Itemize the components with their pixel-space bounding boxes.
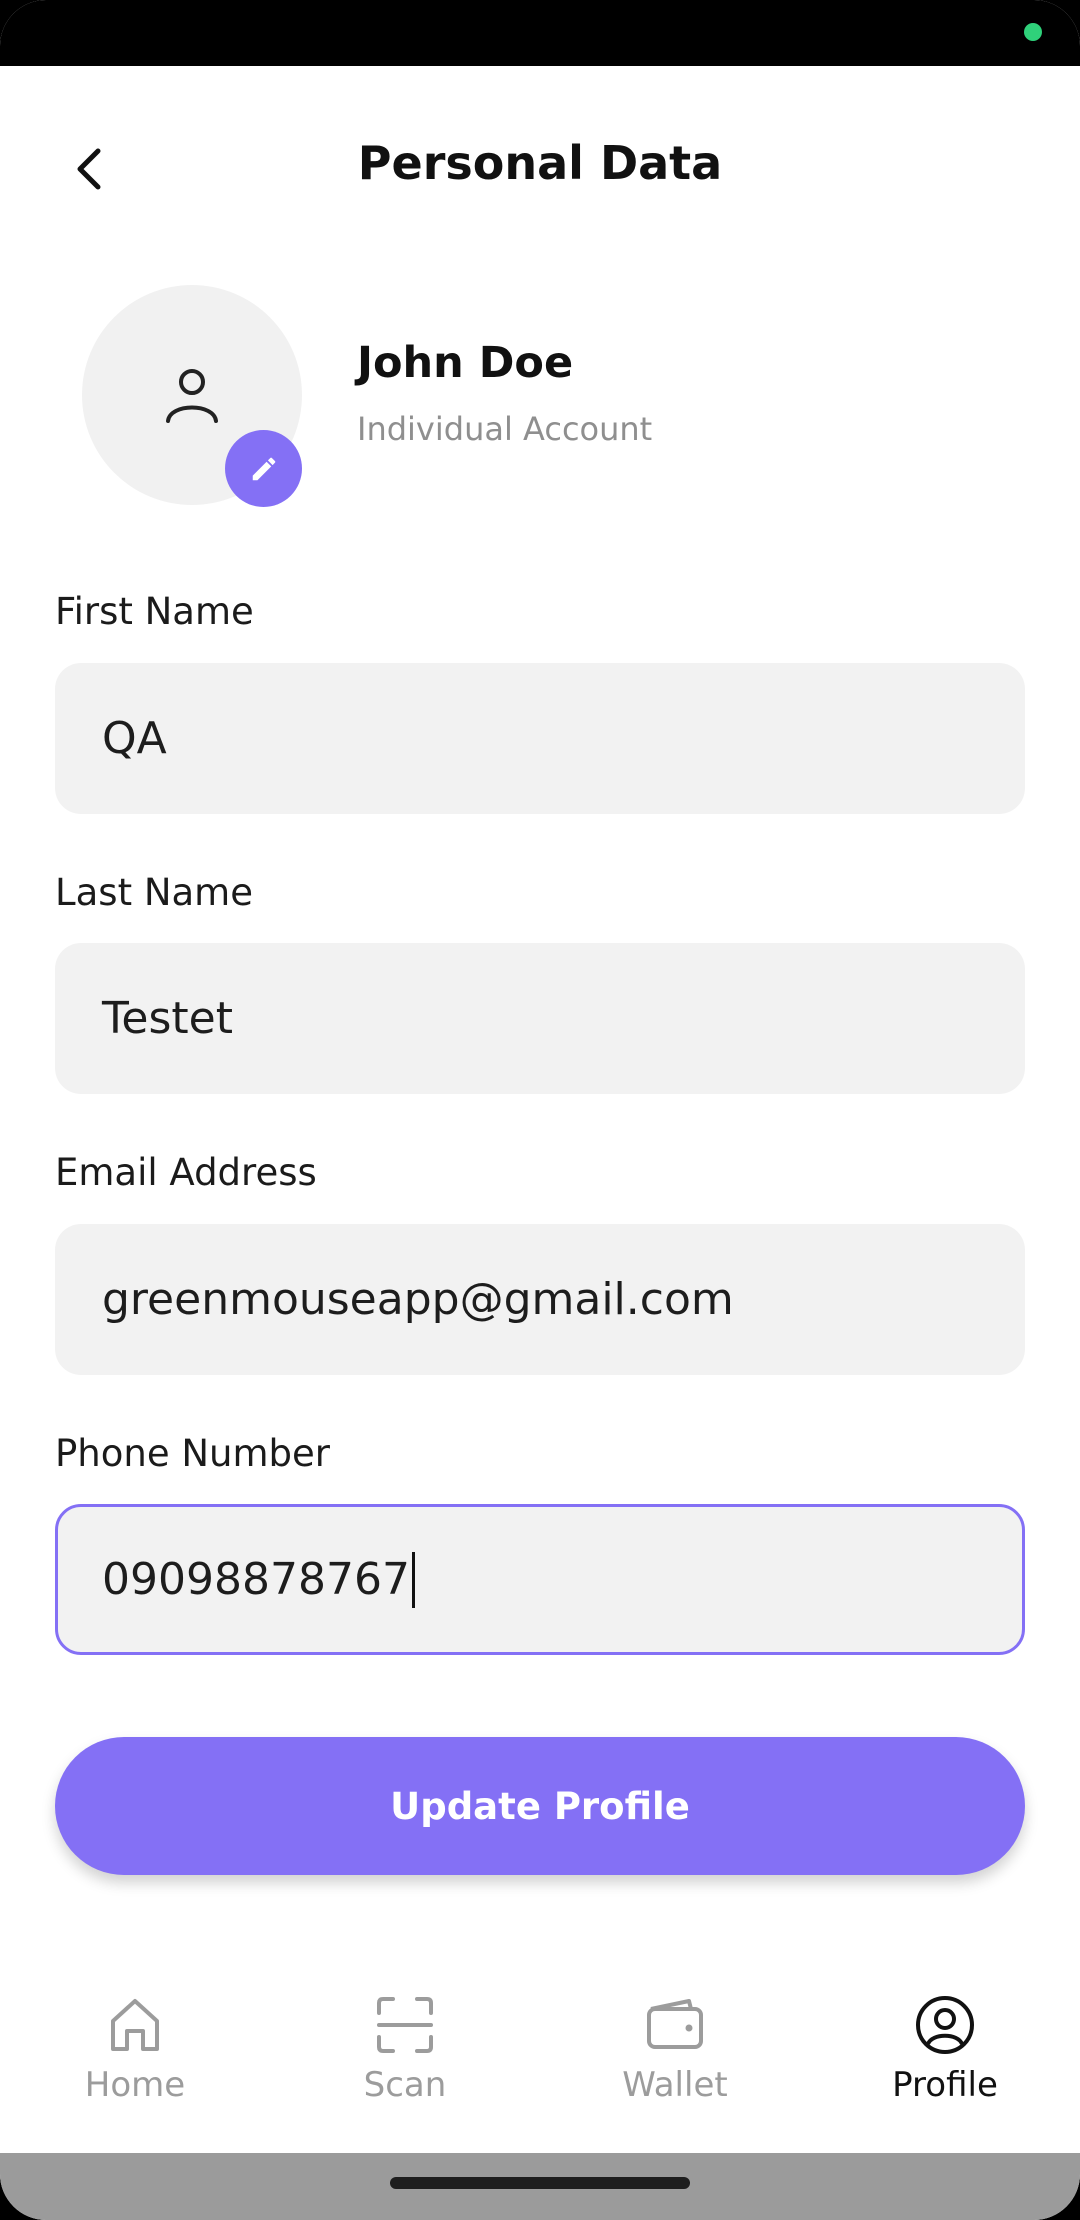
home-indicator[interactable] bbox=[390, 2177, 690, 2189]
nav-label-scan: Scan bbox=[363, 2065, 447, 2105]
first-name-field[interactable]: QA bbox=[55, 663, 1025, 814]
phone-number-field[interactable]: 09098878767 bbox=[55, 1504, 1025, 1655]
wallet-icon bbox=[647, 1999, 703, 2049]
nav-label-profile: Profile bbox=[892, 2065, 998, 2105]
last-name-field[interactable]: Testet bbox=[55, 943, 1025, 1094]
avatar-container bbox=[82, 285, 302, 507]
first-name-value: QA bbox=[102, 713, 167, 764]
nav-item-scan[interactable]: Scan bbox=[270, 1965, 540, 2155]
page-title: Personal Data bbox=[357, 136, 723, 190]
account-type: Individual Account bbox=[357, 410, 653, 448]
app-header: Personal Data bbox=[0, 66, 1080, 276]
pencil-icon bbox=[252, 457, 275, 480]
profile-name: John Doe bbox=[357, 338, 574, 388]
nav-item-profile[interactable]: Profile bbox=[810, 1965, 1080, 2155]
last-name-value: Testet bbox=[102, 993, 233, 1044]
status-bar bbox=[0, 0, 1080, 66]
scan-icon bbox=[377, 1997, 433, 2053]
email-field[interactable]: greenmouseapp@gmail.com bbox=[55, 1224, 1025, 1375]
email-value: greenmouseapp@gmail.com bbox=[102, 1274, 734, 1325]
status-indicator-dot bbox=[1024, 23, 1042, 41]
text-cursor bbox=[411, 1551, 415, 1608]
nav-item-wallet[interactable]: Wallet bbox=[540, 1965, 810, 2155]
phone-value: 09098878767 bbox=[102, 1554, 410, 1605]
system-navigation-bar bbox=[0, 2153, 1080, 2220]
home-icon bbox=[111, 1999, 159, 2051]
user-icon bbox=[166, 369, 218, 423]
phone-label: Phone Number bbox=[55, 1432, 331, 1475]
nav-label-wallet: Wallet bbox=[622, 2065, 728, 2105]
update-profile-button[interactable]: Update Profile bbox=[55, 1737, 1025, 1875]
profile-icon bbox=[916, 1996, 974, 2054]
bottom-navigation: Home Scan Wallet Profile bbox=[0, 1965, 1080, 2155]
nav-item-home[interactable]: Home bbox=[0, 1965, 270, 2155]
edit-avatar-button[interactable] bbox=[225, 430, 302, 507]
first-name-label: First Name bbox=[55, 590, 254, 633]
email-label: Email Address bbox=[55, 1151, 317, 1194]
nav-label-home: Home bbox=[84, 2065, 186, 2105]
last-name-label: Last Name bbox=[55, 871, 253, 914]
phone-screen: Personal Data John Doe Individual Accoun… bbox=[0, 0, 1080, 2220]
